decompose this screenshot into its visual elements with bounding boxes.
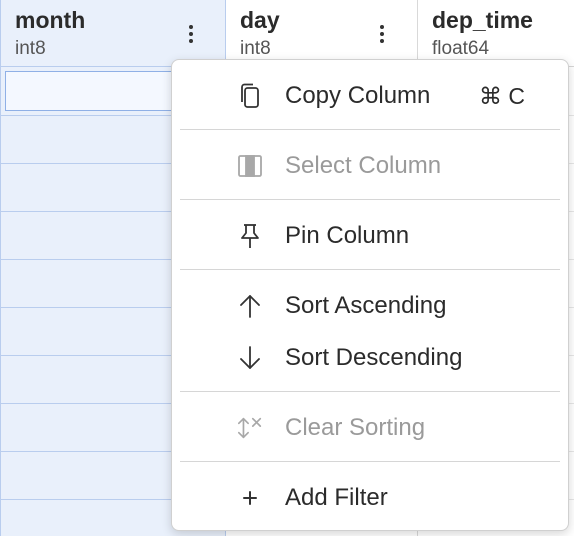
menu-item-select-column[interactable]: Select Column <box>172 143 568 189</box>
menu-item-label: Pin Column <box>285 222 410 249</box>
menu-divider <box>180 461 560 462</box>
pin-icon <box>236 222 264 250</box>
column-menu-icon[interactable] <box>373 22 391 46</box>
menu-item-shortcut: ⌘ C <box>479 82 525 109</box>
arrow-down-icon <box>236 344 264 372</box>
column-name: month <box>15 7 86 33</box>
menu-divider <box>180 391 560 392</box>
column-menu-icon[interactable] <box>182 22 200 46</box>
menu-item-label: Sort Descending <box>285 344 463 371</box>
menu-item-add-filter[interactable]: Add Filter <box>172 475 568 521</box>
menu-item-pin-column[interactable]: Pin Column <box>172 213 568 259</box>
copy-icon <box>236 82 264 110</box>
menu-divider <box>180 129 560 130</box>
clear-sort-icon <box>236 414 264 442</box>
column-name: day <box>240 7 280 33</box>
active-cell[interactable] <box>5 71 180 111</box>
arrow-up-icon <box>236 292 264 320</box>
menu-item-sort-ascending[interactable]: Sort Ascending <box>172 283 568 329</box>
menu-item-label: Sort Ascending <box>285 292 447 319</box>
column-type: float64 <box>432 38 490 59</box>
column-header-month[interactable]: month int8 <box>1 0 225 67</box>
menu-item-clear-sorting[interactable]: Clear Sorting <box>172 405 568 451</box>
plus-icon <box>236 484 264 512</box>
menu-item-copy-column[interactable]: Copy Column ⌘ C <box>172 73 568 119</box>
menu-divider <box>180 199 560 200</box>
column-type: int8 <box>240 38 271 59</box>
menu-divider <box>180 269 560 270</box>
menu-item-sort-descending[interactable]: Sort Descending <box>172 335 568 381</box>
menu-item-label: Select Column <box>285 152 442 179</box>
menu-item-label: Copy Column <box>285 82 431 109</box>
column-name: dep_time <box>432 7 533 33</box>
column-header-dep-time[interactable]: dep_time float64 <box>418 0 574 67</box>
column-context-menu: Copy Column ⌘ C Select Column Pin Column <box>171 59 569 531</box>
select-column-icon <box>236 152 264 180</box>
column-type: int8 <box>15 38 46 59</box>
column-header-day[interactable]: day int8 <box>226 0 417 67</box>
menu-item-label: Add Filter <box>285 484 388 511</box>
menu-item-label: Clear Sorting <box>285 414 426 441</box>
